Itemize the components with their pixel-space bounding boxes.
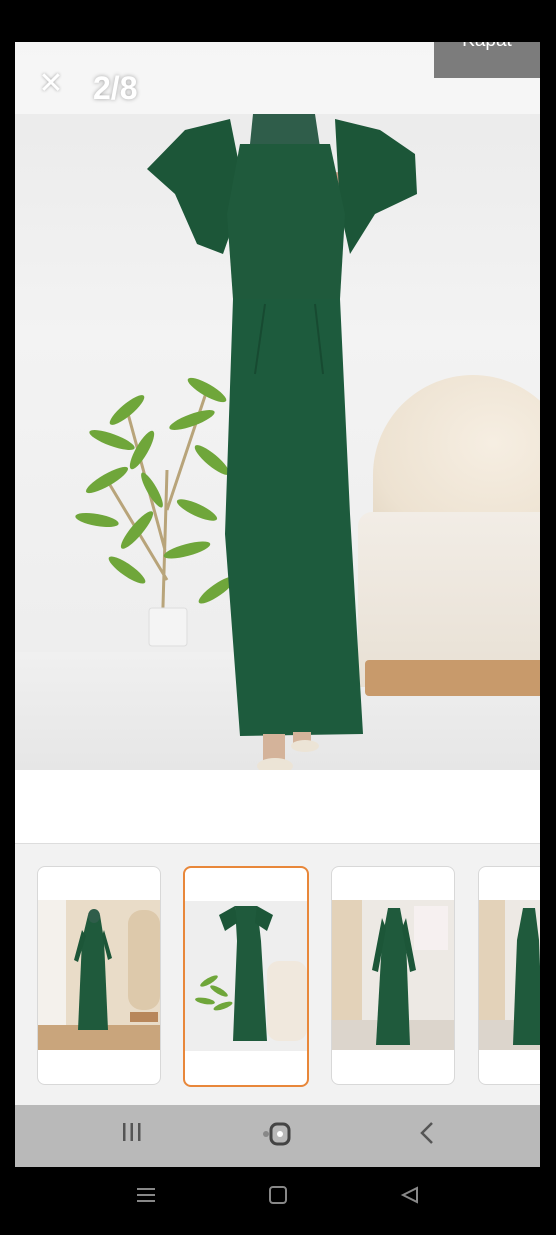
thumbnail-4[interactable] <box>478 866 540 1085</box>
spacer <box>15 770 540 843</box>
system-menu-icon[interactable] <box>136 1185 156 1205</box>
image-viewer: ✕ 2/8 Kapat <box>15 42 540 1167</box>
thumbnail-2-selected[interactable] <box>183 866 309 1087</box>
thumbnail-image <box>479 900 540 1050</box>
model-green-dress <box>147 114 417 770</box>
home-icon[interactable] <box>261 1121 295 1147</box>
main-product-image[interactable]: ✕ 2/8 Kapat <box>15 42 540 770</box>
system-home-icon[interactable] <box>268 1185 288 1205</box>
system-nav-bar <box>0 1167 556 1235</box>
thumbnail-strip[interactable] <box>15 843 540 1106</box>
thumbnail-3[interactable] <box>331 866 455 1085</box>
app-nav-bar <box>15 1105 540 1167</box>
thumbnail-image <box>332 900 454 1050</box>
recents-icon[interactable] <box>121 1121 143 1143</box>
back-icon[interactable] <box>418 1121 436 1145</box>
thumbnail-image <box>38 900 160 1050</box>
thumbnail-image <box>185 901 307 1051</box>
system-back-icon[interactable] <box>400 1185 420 1205</box>
page-counter: 2/8 <box>93 70 138 106</box>
kapat-button[interactable]: Kapat <box>434 42 540 78</box>
close-icon[interactable]: ✕ <box>35 68 67 100</box>
kapat-label: Kapat <box>462 42 512 51</box>
thumbnail-1[interactable] <box>37 866 161 1085</box>
